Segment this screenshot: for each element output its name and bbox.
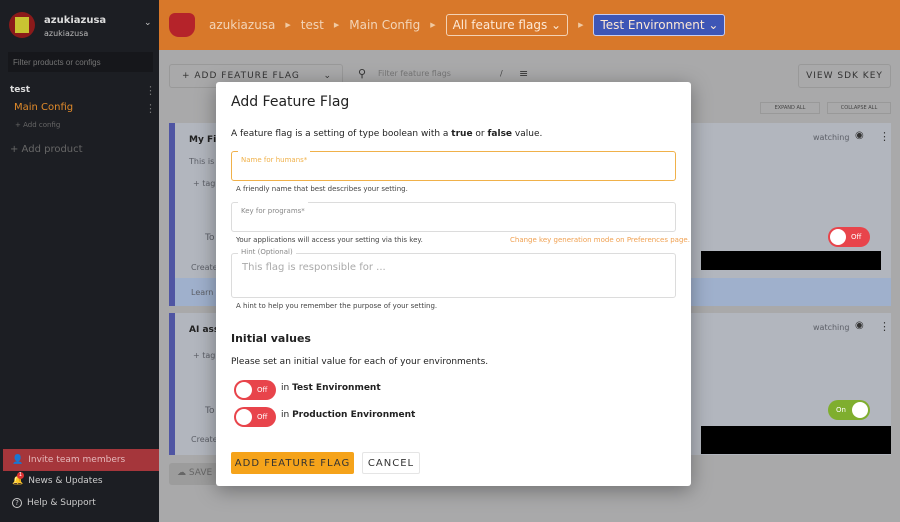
more-icon[interactable]: ⋮ xyxy=(879,130,890,143)
chevron-down-icon: ⌄ xyxy=(323,71,332,81)
add-product-link[interactable]: + Add product xyxy=(10,144,83,155)
add-config-link[interactable]: + Add config xyxy=(15,121,60,129)
user-sub: azukiazusa xyxy=(44,29,89,38)
dialog-intro: A feature flag is a setting of type bool… xyxy=(231,129,543,139)
initial-values-heading: Initial values xyxy=(231,332,311,345)
chevron-down-icon[interactable]: ⌄ xyxy=(144,18,152,28)
eye-icon[interactable]: ◉ xyxy=(855,320,864,331)
filter-flags-input[interactable]: Filter feature flags xyxy=(378,69,451,78)
watching-label: watching xyxy=(813,133,850,142)
environment-dropdown[interactable]: Test Environment ⌄ xyxy=(593,14,726,36)
notification-badge: 1 xyxy=(17,472,24,479)
production-env-toggle[interactable]: Off xyxy=(234,407,276,427)
cancel-button[interactable]: CANCEL xyxy=(362,452,420,474)
test-env-toggle[interactable]: Off xyxy=(234,380,276,400)
chevron-right-icon: ▶ xyxy=(578,21,584,29)
news-updates[interactable]: 🔔 1 News & Updates xyxy=(12,472,103,486)
avatar xyxy=(9,12,35,38)
invite-team-members[interactable]: 👤 Invite team members xyxy=(3,449,159,471)
header: azukiazusa ▶ test ▶ Main Config ▶ All featu… xyxy=(159,0,900,50)
config-main[interactable]: Main Config xyxy=(14,102,73,113)
watching-label: watching xyxy=(813,323,850,332)
chevron-right-icon: ▶ xyxy=(333,21,340,29)
key-help: Your applications will access your setti… xyxy=(236,236,423,244)
key-field[interactable]: Key for programs*aiassistant xyxy=(231,197,676,232)
feature-flags-dropdown[interactable]: All feature flags ⌄ xyxy=(445,14,569,36)
add-feature-flag-submit-button[interactable]: ADD FEATURE FLAG xyxy=(231,452,354,474)
add-feature-flag-dialog: Add Feature Flag A feature flag is a set… xyxy=(216,82,691,486)
flag-toggle[interactable]: Off xyxy=(828,227,870,247)
bell-icon: 🔔 1 xyxy=(12,472,24,486)
dialog-title: Add Feature Flag xyxy=(231,94,350,110)
card-title[interactable]: AI ass xyxy=(189,325,219,335)
targeting-chip: To xyxy=(205,406,215,416)
shortcut-key: / xyxy=(500,69,503,78)
name-help: A friendly name that best describes your… xyxy=(236,185,408,193)
help-icon: ? xyxy=(12,498,22,508)
test-env-label: in Test Environment xyxy=(281,383,381,393)
breadcrumb-config[interactable]: Main Config xyxy=(349,18,420,32)
add-tag[interactable]: + tag xyxy=(193,179,215,188)
add-user-icon: 👤 xyxy=(12,455,24,465)
help-support[interactable]: ? Help & Support xyxy=(12,498,96,508)
menu-icon[interactable]: ≡ xyxy=(519,67,528,80)
targeting-chip: To xyxy=(205,233,215,243)
sidebar: azukiazusa azukiazusa ⌄ test ⋮ Main Conf… xyxy=(0,0,159,522)
product-test[interactable]: test xyxy=(10,85,30,95)
chevron-right-icon: ▶ xyxy=(285,21,291,29)
flag-toggle[interactable]: On xyxy=(828,400,870,420)
expand-all-button[interactable]: EXPAND ALL xyxy=(760,102,820,114)
name-field[interactable]: Name for humans*ai-assistant| xyxy=(231,146,676,181)
preferences-link[interactable]: Change key generation mode on Preference… xyxy=(510,236,690,244)
filter-products-input[interactable] xyxy=(8,52,153,72)
chevron-right-icon: ▶ xyxy=(430,21,436,29)
breadcrumb-product[interactable]: test xyxy=(301,18,324,32)
search-icon: ⚲ xyxy=(358,67,367,80)
hint-field[interactable]: Hint (Optional) This flag is responsible … xyxy=(231,248,676,298)
add-tag[interactable]: + tag xyxy=(193,351,215,360)
view-sdk-key-button[interactable]: VIEW SDK KEY xyxy=(798,64,891,88)
breadcrumb-org[interactable]: azukiazusa xyxy=(209,18,275,32)
more-icon[interactable]: ⋮ xyxy=(145,102,156,115)
logo-icon xyxy=(169,13,195,37)
more-icon[interactable]: ⋮ xyxy=(879,320,890,333)
collapse-all-button[interactable]: COLLAPSE ALL xyxy=(827,102,891,114)
eye-icon[interactable]: ◉ xyxy=(855,130,864,141)
initial-values-desc: Please set an initial value for each of … xyxy=(231,357,489,367)
more-icon[interactable]: ⋮ xyxy=(145,84,156,97)
hint-help: A hint to help you remember the purpose … xyxy=(236,302,438,310)
production-env-label: in Production Environment xyxy=(281,410,416,420)
redacted-block xyxy=(701,251,881,270)
user-name[interactable]: azukiazusa xyxy=(44,15,106,26)
redacted-block xyxy=(701,426,891,454)
